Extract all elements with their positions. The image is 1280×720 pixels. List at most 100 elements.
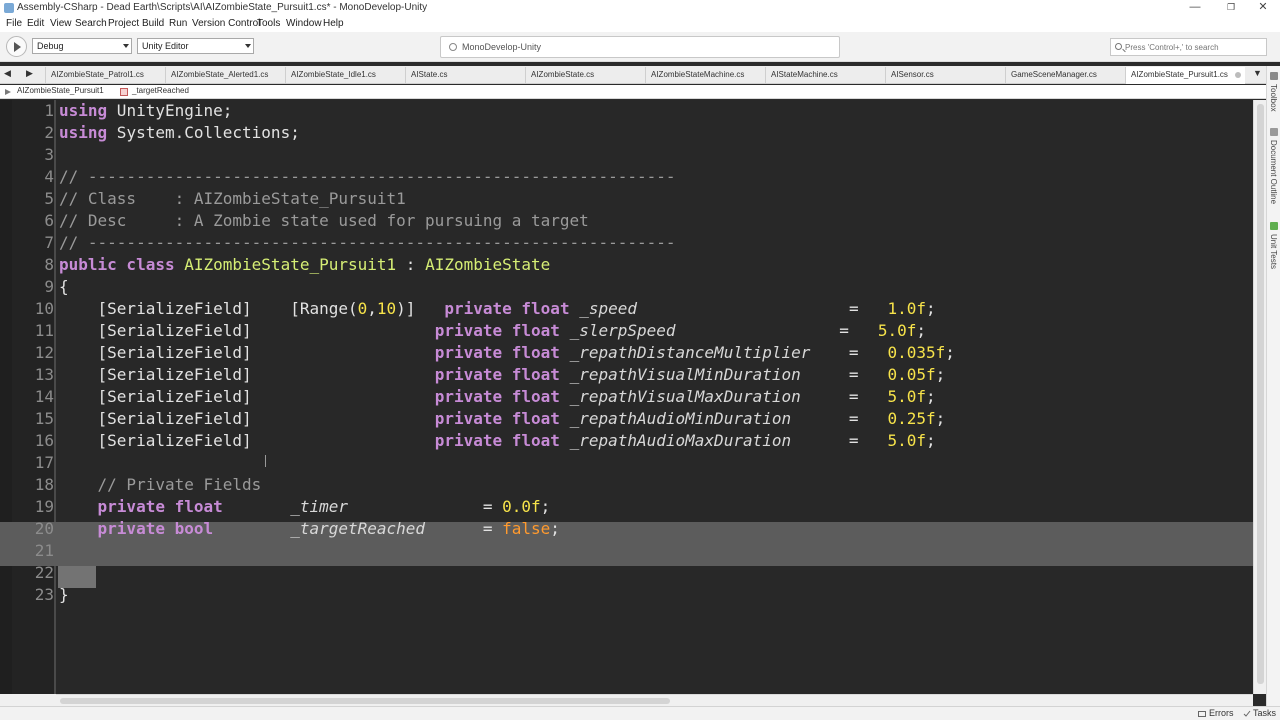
code-token: private float: [434, 321, 560, 340]
gutter-cell: 22: [0, 562, 56, 584]
dock-unit-tests[interactable]: Unit Tests: [1269, 234, 1278, 269]
line-number: 5: [44, 189, 54, 208]
code-line: 10 [SerializeField] [Range(0,10)] privat…: [0, 298, 1253, 320]
minimize-button[interactable]: —: [1178, 0, 1212, 16]
menu-version-control[interactable]: Version Control: [192, 18, 260, 29]
code-token: =: [791, 409, 888, 428]
gutter-cell: 5: [0, 188, 56, 210]
menu-project[interactable]: Project: [108, 18, 139, 29]
tab-aizombiestate-patrol1[interactable]: AIZombieState_Patrol1.cs: [45, 67, 165, 84]
scroll-thumb[interactable]: [1257, 104, 1264, 684]
code-editor[interactable]: 1 using UnityEngine; 2 using System.Collect…: [0, 100, 1253, 694]
tab-aisensor[interactable]: AISensor.cs: [885, 67, 1005, 84]
code-text: private float _timer = 0.0f;: [59, 496, 551, 518]
target-select[interactable]: Unity Editor: [137, 38, 254, 54]
gutter-cell: 10: [0, 298, 56, 320]
code-token: ;: [916, 321, 926, 340]
line-number: 1: [44, 101, 54, 120]
close-icon[interactable]: [1235, 72, 1241, 78]
search-input[interactable]: [1125, 41, 1263, 53]
line-number: 9: [44, 277, 54, 296]
tab-aizombiestatemachine[interactable]: AIZombieStateMachine.cs: [645, 67, 765, 84]
menu-run[interactable]: Run: [169, 18, 187, 29]
tabs-scroll-left-icon[interactable]: ◀: [4, 68, 11, 79]
tab-aizombiestate[interactable]: AIZombieState.cs: [525, 67, 645, 84]
tab-aistatemachine[interactable]: AIStateMachine.cs: [765, 67, 885, 84]
code-token: System.Collections;: [107, 123, 300, 142]
vertical-scrollbar[interactable]: [1253, 100, 1266, 694]
code-line: 23}: [0, 584, 1253, 606]
line-number: 16: [34, 431, 54, 450]
dock-document-outline[interactable]: Document Outline: [1269, 140, 1278, 204]
code-token: :: [396, 255, 426, 274]
tab-aizombiestate-alerted1[interactable]: AIZombieState_Alerted1.cs: [165, 67, 285, 84]
status-bar: Errors Tasks: [0, 706, 1280, 720]
code-token: =: [800, 387, 888, 406]
gutter-cell: 20: [0, 518, 56, 540]
code-line: 21: [0, 540, 1253, 562]
breadcrumb-class[interactable]: AIZombieState_Pursuit1: [17, 86, 104, 95]
maximize-button[interactable]: ❐: [1214, 0, 1248, 16]
menu-window[interactable]: Window: [286, 18, 322, 29]
status-text: MonoDevelop-Unity: [462, 42, 542, 52]
run-button[interactable]: [6, 36, 27, 57]
code-token: 0.0f: [502, 497, 541, 516]
menu-view[interactable]: View: [50, 18, 72, 29]
code-token: _targetReached: [290, 519, 426, 538]
code-token: 0.035f: [887, 343, 946, 362]
menu-help[interactable]: Help: [323, 18, 344, 29]
menu-build[interactable]: Build: [142, 18, 164, 29]
tab-aistate[interactable]: AIState.cs: [405, 67, 525, 84]
errors-button[interactable]: Errors: [1209, 708, 1234, 718]
tab-aizombiestate-idle1[interactable]: AIZombieState_Idle1.cs: [285, 67, 405, 84]
line-number: 3: [44, 145, 54, 164]
tab-label: AISensor.cs: [891, 70, 934, 79]
gutter-cell: 9: [0, 276, 56, 298]
menu-bar: File Edit View Search Project Build Run …: [0, 16, 1280, 32]
search-box[interactable]: [1110, 38, 1267, 56]
tasks-button[interactable]: Tasks: [1253, 708, 1276, 718]
horizontal-scrollbar[interactable]: [56, 694, 1253, 706]
close-button[interactable]: ✕: [1246, 0, 1280, 16]
line-number: 10: [34, 299, 54, 318]
menu-edit[interactable]: Edit: [27, 18, 44, 29]
code-line: 15 [SerializeField] private float _repat…: [0, 408, 1253, 430]
code-token: 5.0f: [877, 321, 917, 340]
scroll-thumb[interactable]: [60, 698, 670, 704]
field-icon: [120, 88, 128, 96]
line-number: 13: [34, 365, 54, 384]
tabs-scroll-right-icon[interactable]: ▶: [26, 68, 33, 79]
tab-label: GameSceneManager.cs: [1011, 70, 1097, 79]
window-title: Assembly-CSharp - Dead Earth\Scripts\AI\…: [17, 2, 428, 13]
menu-tools[interactable]: Tools: [257, 18, 280, 29]
tabs-dropdown-icon[interactable]: ▼: [1253, 68, 1262, 78]
tab-aizombiestate-pursuit1[interactable]: AIZombieState_Pursuit1.cs: [1125, 67, 1245, 84]
line-number: 15: [34, 409, 54, 428]
code-token: ;: [926, 299, 936, 318]
code-token: ;: [935, 409, 946, 428]
gutter-cell: 12: [0, 342, 56, 364]
gutter-cell: 17: [0, 452, 56, 474]
menu-search[interactable]: Search: [75, 18, 107, 29]
code-token: ;: [935, 365, 946, 384]
gutter-cell: 7: [0, 232, 56, 254]
code-token: [SerializeField]: [59, 387, 435, 406]
tab-gamescenemanager[interactable]: GameSceneManager.cs: [1005, 67, 1125, 84]
code-line: 5 // Class : AIZombieState_Pursuit1: [0, 188, 1253, 210]
breadcrumb-member[interactable]: _targetReached: [132, 86, 189, 95]
text-cursor: [265, 455, 266, 467]
code-line: 8 public class AIZombieState_Pursuit1 : A…: [0, 254, 1253, 276]
line-number: 19: [34, 497, 54, 516]
line-number: 14: [34, 387, 54, 406]
code-text: // Private Fields: [59, 474, 262, 496]
dock-toolbox[interactable]: Toolbox: [1269, 84, 1278, 112]
code-token: [SerializeField]: [59, 365, 435, 384]
menu-file[interactable]: File: [6, 18, 22, 29]
gutter-cell: 3: [0, 144, 56, 166]
code-token: // Class : AIZombieState_Pursuit1: [59, 189, 406, 208]
configuration-select[interactable]: Debug: [32, 38, 132, 54]
